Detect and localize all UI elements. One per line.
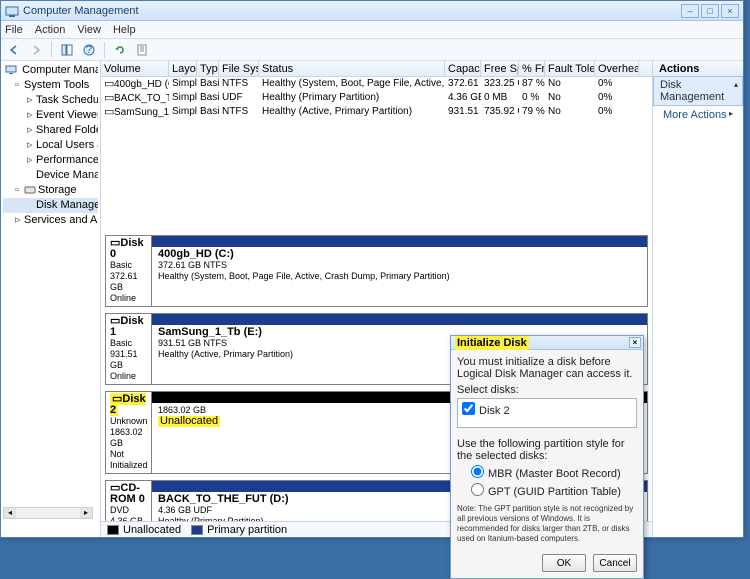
dialog-buttons: OK Cancel xyxy=(451,550,643,578)
actions-header: Actions xyxy=(653,61,743,77)
col-free-space[interactable]: Free Space xyxy=(481,61,519,76)
svg-text:?: ? xyxy=(86,44,92,56)
properties-button[interactable] xyxy=(133,41,151,59)
volume-icon: ▭ xyxy=(104,77,114,91)
tree-local-users[interactable]: ▹Local Users and Groups xyxy=(3,138,98,153)
disk-option-label: Disk 2 xyxy=(479,405,510,417)
computer-icon xyxy=(5,65,17,75)
tree-device-manager[interactable]: Device Manager xyxy=(3,168,98,183)
dialog-select-label: Select disks: xyxy=(457,384,637,396)
col-layout[interactable]: Layout xyxy=(169,61,197,76)
scroll-left-icon[interactable]: ◂ xyxy=(4,508,16,518)
tree-shared-folders[interactable]: ▹Shared Folders xyxy=(3,123,98,138)
refresh-button[interactable] xyxy=(111,41,129,59)
volume-list-header: Volume Layout Type File System Status Ca… xyxy=(101,61,652,77)
title-bar: Computer Management – □ × xyxy=(1,1,743,21)
tree-services-apps[interactable]: ▹Services and Applications xyxy=(3,213,98,228)
col-percent-free[interactable]: % Free xyxy=(519,61,545,76)
disk-partition[interactable]: 400gb_HD (C:)372.61 GB NTFSHealthy (Syst… xyxy=(152,236,647,306)
collapse-icon: ▴ xyxy=(734,80,738,89)
menu-bar: File Action View Help xyxy=(1,21,743,39)
actions-pane: Actions Disk Management▴ More Actions▸ xyxy=(653,61,743,537)
radio-mbr-input[interactable] xyxy=(471,465,484,478)
tree-performance[interactable]: ▹Performance xyxy=(3,153,98,168)
forward-button[interactable] xyxy=(27,41,45,59)
radio-gpt[interactable]: GPT (GUID Partition Table) xyxy=(471,482,637,498)
storage-icon xyxy=(24,185,36,195)
radio-gpt-input[interactable] xyxy=(471,483,484,496)
tree-storage[interactable]: ▫Storage xyxy=(3,183,98,198)
legend-primary: Primary partition xyxy=(191,524,287,536)
minimize-button[interactable]: – xyxy=(681,4,699,18)
tree-pane: Computer Management (Local ▫System Tools… xyxy=(1,61,101,537)
volume-list[interactable]: ▭400gb_HD (C:)SimpleBasicNTFSHealthy (Sy… xyxy=(101,77,652,119)
menu-action[interactable]: Action xyxy=(35,24,66,36)
volume-row[interactable]: ▭SamSung_1_Tb (E:)SimpleBasicNTFSHealthy… xyxy=(101,105,652,119)
console-tree[interactable]: Computer Management (Local ▫System Tools… xyxy=(1,61,100,230)
volume-icon: ▭ xyxy=(104,105,114,119)
disk-block[interactable]: ▭Disk 0Basic372.61 GBOnline400gb_HD (C:)… xyxy=(105,235,648,307)
back-button[interactable] xyxy=(5,41,23,59)
col-status[interactable]: Status xyxy=(259,61,445,76)
dialog-title-bar[interactable]: Initialize Disk × xyxy=(451,336,643,350)
disk-label: ▭Disk 1Basic931.51 GBOnline xyxy=(106,314,152,384)
tree-scrollbar[interactable]: ◂ ▸ xyxy=(3,507,93,519)
ok-button[interactable]: OK xyxy=(542,554,586,572)
window-controls: – □ × xyxy=(681,4,739,18)
close-button[interactable]: × xyxy=(721,4,739,18)
dialog-close-button[interactable]: × xyxy=(629,337,641,348)
volume-row[interactable]: ▭BACK_TO_THE_F...SimpleBasicUDFHealthy (… xyxy=(101,91,652,105)
dialog-note: Note: The GPT partition style is not rec… xyxy=(457,504,637,544)
legend-unallocated: Unallocated xyxy=(107,524,181,536)
actions-group-disk-management[interactable]: Disk Management▴ xyxy=(653,76,743,106)
maximize-button[interactable]: □ xyxy=(701,4,719,18)
col-filesystem[interactable]: File System xyxy=(219,61,259,76)
tree-event-viewer[interactable]: ▹Event Viewer xyxy=(3,108,98,123)
volume-row[interactable]: ▭400gb_HD (C:)SimpleBasicNTFSHealthy (Sy… xyxy=(101,77,652,91)
scroll-right-icon[interactable]: ▸ xyxy=(80,508,92,518)
cancel-button[interactable]: Cancel xyxy=(593,554,637,572)
disk-checkbox[interactable] xyxy=(462,402,475,415)
dialog-title: Initialize Disk xyxy=(455,336,529,350)
col-fault-tolerance[interactable]: Fault Tolerance xyxy=(545,61,595,76)
disk-select-list[interactable]: Disk 2 xyxy=(457,398,637,428)
toolbar: ? xyxy=(1,39,743,61)
disk-label: ▭Disk 2Unknown1863.02 GBNot Initialized xyxy=(106,392,152,473)
disk-label: ▭Disk 0Basic372.61 GBOnline xyxy=(106,236,152,306)
initialize-disk-dialog: Initialize Disk × You must initialize a … xyxy=(450,335,644,579)
tree-task-scheduler[interactable]: ▹Task Scheduler xyxy=(3,93,98,108)
menu-help[interactable]: Help xyxy=(113,24,136,36)
show-hide-tree-button[interactable] xyxy=(58,41,76,59)
radio-mbr[interactable]: MBR (Master Boot Record) xyxy=(471,464,637,480)
tree-system-tools[interactable]: ▫System Tools xyxy=(3,78,98,93)
app-icon xyxy=(5,4,19,18)
partition-style-label: Use the following partition style for th… xyxy=(457,438,637,462)
help-button[interactable]: ? xyxy=(80,41,98,59)
col-type[interactable]: Type xyxy=(197,61,219,76)
tree-disk-management[interactable]: Disk Management xyxy=(3,198,98,213)
dialog-body: You must initialize a disk before Logica… xyxy=(451,350,643,550)
col-overhead[interactable]: Overhead xyxy=(595,61,639,76)
tree-root[interactable]: Computer Management (Local xyxy=(3,63,98,78)
volume-icon: ▭ xyxy=(104,91,114,105)
window-title: Computer Management xyxy=(23,5,139,17)
action-more-actions[interactable]: More Actions▸ xyxy=(653,106,743,124)
menu-file[interactable]: File xyxy=(5,24,23,36)
disk-label: ▭CD-ROM 0DVD4.36 GBOnline xyxy=(106,481,152,521)
col-capacity[interactable]: Capacity xyxy=(445,61,481,76)
col-volume[interactable]: Volume xyxy=(101,61,169,76)
menu-view[interactable]: View xyxy=(77,24,101,36)
dialog-intro: You must initialize a disk before Logica… xyxy=(457,356,637,380)
